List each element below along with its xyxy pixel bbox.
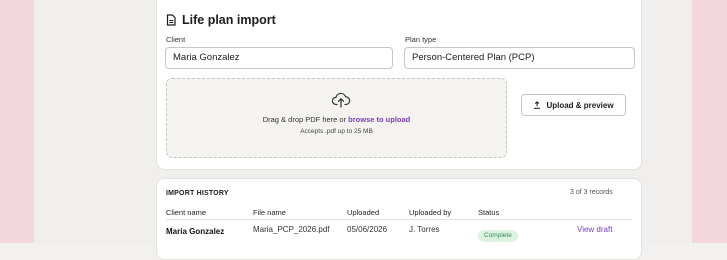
life-plan-import-card: Life plan import Client Maria Gonzalez P…: [156, 0, 642, 170]
view-draft-link[interactable]: View draft: [577, 225, 612, 234]
plan-type-select[interactable]: Person-Centered Plan (PCP): [404, 47, 635, 69]
right-side-panel: [692, 0, 727, 243]
dropzone-instructions: Drag & drop PDF here or browse to upload: [167, 115, 506, 124]
client-label: Client: [166, 35, 186, 44]
row-file-name: Maria_PCP_2026.pdf: [253, 225, 330, 234]
upload-preview-label: Upload & preview: [546, 100, 614, 110]
column-header-client-name[interactable]: Client name: [166, 208, 206, 217]
row-client-name: Maria Gonzalez: [166, 227, 225, 236]
column-header-uploaded-by[interactable]: Uploaded by: [409, 208, 451, 217]
plan-type-label: Plan type: [405, 35, 437, 44]
cloud-upload-icon: [331, 92, 351, 108]
column-header-file-name[interactable]: File name: [253, 208, 286, 217]
upload-icon: [534, 101, 541, 109]
browse-upload-link[interactable]: browse to upload: [348, 115, 410, 124]
card-title-text: Life plan import: [182, 13, 276, 27]
status-badge: Complete: [478, 230, 518, 242]
client-field[interactable]: Maria Gonzalez: [165, 47, 393, 69]
row-uploaded-date: 05/06/2026: [347, 225, 388, 234]
row-uploaded-by: J. Torres: [409, 225, 440, 234]
document-icon: [166, 14, 176, 26]
left-side-panel: [0, 0, 34, 243]
pdf-dropzone[interactable]: Drag & drop PDF here or browse to upload…: [166, 78, 507, 158]
upload-preview-button[interactable]: Upload & preview: [521, 94, 626, 116]
dropzone-subtext: Accepts .pdf up to 25 MB: [300, 128, 373, 135]
import-history-title: IMPORT HISTORY: [166, 190, 229, 197]
column-header-status[interactable]: Status: [478, 208, 499, 217]
column-header-uploaded[interactable]: Uploaded: [347, 208, 379, 217]
import-history-card: IMPORT HISTORY 3 of 3 records Client nam…: [156, 178, 642, 260]
record-count: 3 of 3 records: [570, 189, 613, 196]
dropzone-text: Drag & drop PDF here or: [262, 115, 349, 124]
card-title: Life plan import: [165, 13, 276, 27]
table-header-divider: [166, 219, 632, 220]
main-area: ··· Life plan import Client Maria Gonzal…: [34, 0, 692, 260]
